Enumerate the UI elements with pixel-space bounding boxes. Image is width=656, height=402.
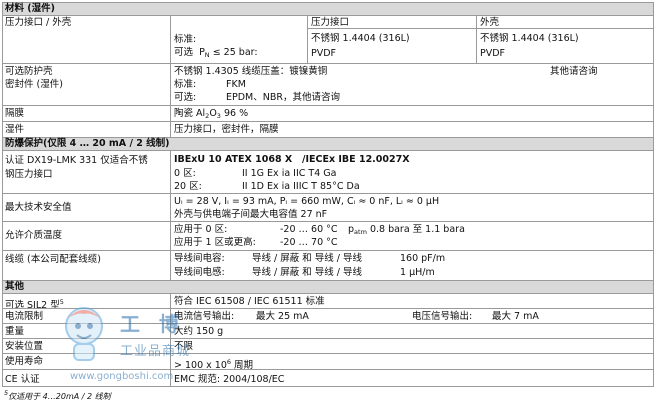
seal-opt-value: EPDM、NBR，其他请咨询 xyxy=(226,92,340,103)
wetted-value: 压力接口，密封件，隔膜 xyxy=(174,124,279,135)
current-b-value: 最大 7 mA xyxy=(492,311,539,322)
section-header-explosion: 防爆保护(仅限 4 … 20 mA / 2 线制) xyxy=(2,137,654,150)
seal-std-label: 标准: xyxy=(174,79,197,90)
zone0-value: II 1G Ex ia IIC T4 Ga xyxy=(242,168,337,179)
diaphragm-value: 陶瓷 Al2O3 96 % xyxy=(174,108,249,120)
watermark-subtitle: 工业品商城 xyxy=(120,344,191,359)
col-header-housing: 外壳 xyxy=(480,17,500,28)
diaphragm-label: 隔膜 xyxy=(5,108,25,119)
row-label: 压力接口 / 外壳 xyxy=(5,17,72,28)
ce-label: CE 认证 xyxy=(5,374,40,385)
opt-condition: 可选 PN ≤ 25 bar: xyxy=(174,47,258,59)
opt-pressure: PVDF xyxy=(311,48,337,59)
current-label: 电流限制 xyxy=(5,311,44,322)
guard-note: 其他请咨询 xyxy=(550,66,598,77)
section-title: 其他 xyxy=(5,281,25,292)
cert-title-a: IBExU 10 ATEX 1068 X xyxy=(174,154,293,165)
cable-cap-label: 导线间电容: xyxy=(174,253,225,264)
row-safety-values: 最大技术安全值 Uᵢ = 28 V, Iᵢ = 93 mA, Pᵢ = 660 … xyxy=(2,193,654,221)
cable-label: 线缆 (本公司配套线缆) xyxy=(5,254,101,265)
cert-label-2: 钢压力接口 xyxy=(5,169,53,180)
current-b-label: 电压信号输出: xyxy=(412,311,473,322)
opt-housing: PVDF xyxy=(480,48,506,59)
row-cable: 线缆 (本公司配套线缆) 导线间电容: 导线 / 屏蔽 和 导线 / 导线 16… xyxy=(2,250,654,280)
row-certification: 认证 DX19-LMK 331 仅适合不锈 钢压力接口 IBExU 10 ATE… xyxy=(2,150,654,193)
weight-label: 重量 xyxy=(5,326,25,337)
col-header-pressure: 压力接口 xyxy=(311,17,350,28)
mascot-logo-icon xyxy=(65,307,103,361)
cable-ind-value: 1 μH/m xyxy=(400,267,435,278)
zone20-label: 20 区: xyxy=(174,181,202,192)
cert-label-1: 认证 DX19-LMK 331 仅适合不锈 xyxy=(5,155,148,166)
cable-ind-text: 导线 / 屏蔽 和 导线 / 导线 xyxy=(252,267,363,278)
std-label: 标准: xyxy=(174,34,197,45)
zone0-label: 0 区: xyxy=(174,168,196,179)
row-guard-seal: 可选防护壳 不锈钢 1.4305 线缆压盖：镀镍黄铜 其他请咨询 密封件 (湿件… xyxy=(2,63,654,105)
cable-cap-text: 导线 / 屏蔽 和 导线 / 导线 xyxy=(252,253,363,264)
row-media-temperature: 允许介质温度 应用于 0 区: -20 … 60 °C patm 0.8 bar… xyxy=(2,221,654,250)
footnote: 5仅适用于 4…20mA / 2 线制 xyxy=(4,389,111,401)
wetted-label: 湿件 xyxy=(5,124,25,135)
watermark-brand: 工 博 xyxy=(120,312,185,336)
safety-line-1: Uᵢ = 28 V, Iᵢ = 93 mA, Pᵢ = 660 mW, Cᵢ ≈… xyxy=(174,196,440,207)
watermark-url: www.gongboshi.com xyxy=(70,371,174,382)
watermark: 工 博 工业品商城 www.gongboshi.com xyxy=(60,300,260,390)
cable-ind-label: 导线间电感: xyxy=(174,267,225,278)
temp-zone1-label: 应用于 1 区或更高: xyxy=(174,237,256,248)
section-title: 防爆保护(仅限 4 … 20 mA / 2 线制) xyxy=(5,138,170,149)
datasheet-page: 材料 (湿件) 压力接口 / 外壳 压力接口 外壳 标准: 不锈钢 1.4404… xyxy=(0,0,656,401)
guard-label: 可选防护壳 xyxy=(5,66,53,77)
temp-zone0-label: 应用于 0 区: xyxy=(174,224,228,235)
cert-title-b: /IECEx IBE 12.0027X xyxy=(302,154,410,165)
seal-opt-label: 可选: xyxy=(174,92,197,103)
section-header-misc: 其他 xyxy=(2,280,654,293)
row-pressure-housing: 压力接口 / 外壳 压力接口 外壳 标准: 不锈钢 1.4404 (316L) … xyxy=(2,15,654,63)
temp-zone1-value: -20 … 70 °C xyxy=(280,237,338,248)
safety-line-2: 外壳与供电端子间最大电容值 27 nF xyxy=(174,209,328,220)
row-wetted: 湿件 压力接口，密封件，隔膜 xyxy=(2,121,654,137)
row-diaphragm: 隔膜 陶瓷 Al2O3 96 % xyxy=(2,105,654,121)
seal-std-value: FKM xyxy=(226,79,246,90)
zone20-value: II 1D Ex ia IIIC T 85°C Da xyxy=(242,181,360,192)
temp-label: 允许介质温度 xyxy=(5,230,63,241)
cable-cap-value: 160 pF/m xyxy=(400,253,446,264)
position-label: 安装位置 xyxy=(5,341,44,352)
current-a-value: 最大 25 mA xyxy=(256,311,309,322)
seal-label: 密封件 (湿件) xyxy=(5,79,63,90)
section-title: 材料 (湿件) xyxy=(5,3,55,14)
std-pressure: 不锈钢 1.4404 (316L) xyxy=(311,33,410,44)
guard-value: 不锈钢 1.4305 线缆压盖：镀镍黄铜 xyxy=(174,66,328,77)
safety-label: 最大技术安全值 xyxy=(5,202,72,213)
section-header-materials: 材料 (湿件) xyxy=(2,2,654,15)
temp-zone0-condition: patm 0.8 bara 至 1.1 bara xyxy=(348,224,465,236)
life-label: 使用寿命 xyxy=(5,356,44,367)
std-housing: 不锈钢 1.4404 (316L) xyxy=(480,33,579,44)
temp-zone0-value: -20 … 60 °C xyxy=(280,224,338,235)
